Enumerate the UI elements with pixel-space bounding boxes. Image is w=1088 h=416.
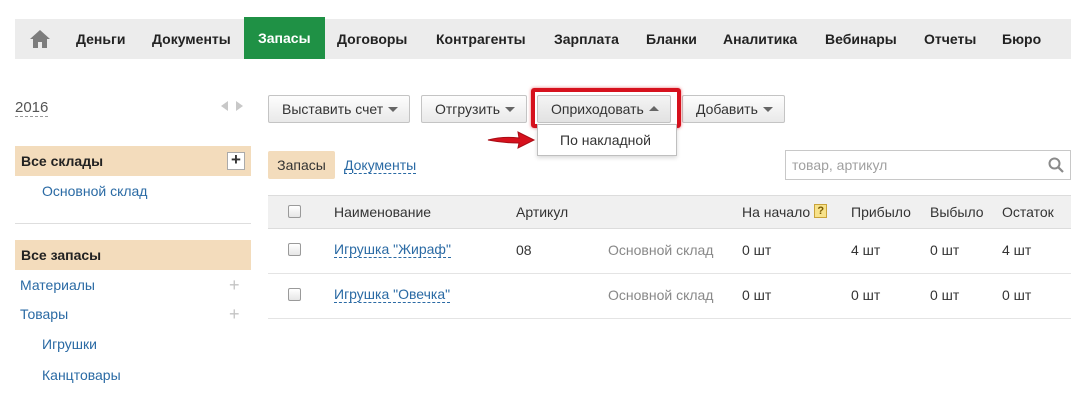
item-name-link[interactable]: Игрушка "Жираф" bbox=[334, 242, 451, 258]
nav-item-money[interactable]: Деньги bbox=[76, 19, 125, 59]
all-warehouses-label: Все склады bbox=[21, 153, 104, 169]
receive-dropdown-menu: По накладной bbox=[537, 124, 677, 156]
nav-item-analytics[interactable]: Аналитика bbox=[723, 19, 797, 59]
tab-stock[interactable]: Запасы bbox=[268, 151, 335, 179]
item-arrived-qty: 0 шт bbox=[851, 287, 881, 303]
chevron-down-icon bbox=[504, 107, 515, 112]
pointer-arrow-icon bbox=[487, 131, 536, 149]
column-arrived-header: Прибыло bbox=[851, 204, 911, 220]
item-left-qty: 0 шт bbox=[930, 287, 960, 303]
nav-item-salary[interactable]: Зарплата bbox=[554, 19, 619, 59]
home-icon[interactable] bbox=[29, 29, 51, 49]
add-materials-icon[interactable]: + bbox=[229, 276, 240, 294]
all-stock-label: Все запасы bbox=[21, 247, 102, 263]
item-warehouse: Основной склад bbox=[608, 287, 714, 303]
nav-item-stock[interactable]: Запасы bbox=[244, 17, 325, 59]
nav-item-bureau[interactable]: Бюро bbox=[1002, 19, 1041, 59]
ship-label: Отгрузить bbox=[435, 101, 500, 117]
chevron-down-icon bbox=[762, 107, 773, 112]
all-warehouses-header[interactable]: Все склады + bbox=[15, 146, 251, 176]
item-left-qty: 0 шт bbox=[930, 242, 960, 258]
item-warehouse: Основной склад bbox=[608, 242, 714, 258]
item-start-qty: 0 шт bbox=[742, 287, 772, 303]
issue-invoice-label: Выставить счет bbox=[282, 101, 384, 117]
next-year-icon[interactable] bbox=[236, 101, 243, 111]
column-start-label: На начало bbox=[742, 204, 811, 220]
add-button[interactable]: Добавить bbox=[682, 95, 785, 123]
row-checkbox[interactable] bbox=[288, 243, 301, 256]
row-checkbox[interactable] bbox=[288, 288, 301, 301]
year-selector[interactable]: 2016 bbox=[15, 99, 49, 117]
column-article-header: Артикул bbox=[516, 204, 569, 220]
nav-item-documents[interactable]: Документы bbox=[152, 19, 231, 59]
search-box bbox=[785, 150, 1071, 180]
add-warehouse-icon[interactable]: + bbox=[227, 151, 245, 170]
menu-item-by-waybill[interactable]: По накладной bbox=[560, 132, 651, 148]
chevron-down-icon bbox=[388, 107, 399, 112]
sidebar-item-main-warehouse[interactable]: Основной склад bbox=[42, 183, 147, 199]
sidebar-item-toys[interactable]: Игрушки bbox=[42, 336, 97, 352]
search-input[interactable] bbox=[786, 151, 1044, 179]
help-icon[interactable]: ? bbox=[814, 204, 828, 218]
highlight-frame bbox=[531, 88, 681, 128]
ship-button[interactable]: Отгрузить bbox=[421, 95, 527, 123]
item-arrived-qty: 4 шт bbox=[851, 242, 881, 258]
item-name-link[interactable]: Игрушка "Овечка" bbox=[334, 287, 451, 303]
item-start-qty: 0 шт bbox=[742, 242, 772, 258]
item-remaining-qty: 4 шт bbox=[1002, 242, 1032, 258]
search-icon[interactable] bbox=[1048, 157, 1064, 173]
issue-invoice-button[interactable]: Выставить счет bbox=[268, 95, 411, 123]
nav-item-reports[interactable]: Отчеты bbox=[924, 19, 976, 59]
column-start-header: На начало? bbox=[742, 204, 828, 220]
add-label: Добавить bbox=[696, 101, 758, 117]
select-all-checkbox[interactable] bbox=[288, 205, 301, 218]
column-left-header: Выбыло bbox=[930, 204, 984, 220]
item-article: 08 bbox=[516, 242, 532, 258]
previous-year-icon[interactable] bbox=[221, 101, 228, 111]
table-row[interactable]: Игрушка "Жираф" 08 Основной склад 0 шт 4… bbox=[268, 229, 1071, 274]
item-remaining-qty: 0 шт bbox=[1002, 287, 1032, 303]
nav-item-counterparties[interactable]: Контрагенты bbox=[436, 19, 526, 59]
nav-item-contracts[interactable]: Договоры bbox=[337, 19, 407, 59]
column-remaining-header: Остаток bbox=[1002, 204, 1054, 220]
main-navigation: Деньги Документы Запасы Договоры Контраг… bbox=[15, 17, 1071, 59]
column-name-header: Наименование bbox=[334, 204, 432, 220]
sidebar-item-goods[interactable]: Товары bbox=[20, 306, 68, 322]
table-row[interactable]: Игрушка "Овечка" Основной склад 0 шт 0 ш… bbox=[268, 274, 1071, 319]
tab-documents[interactable]: Документы bbox=[344, 157, 417, 174]
sidebar-divider bbox=[15, 223, 251, 224]
nav-item-webinars[interactable]: Вебинары bbox=[825, 19, 897, 59]
add-goods-icon[interactable]: + bbox=[229, 305, 240, 323]
table-header: Наименование Артикул На начало? Прибыло … bbox=[268, 195, 1071, 229]
sidebar-item-materials[interactable]: Материалы bbox=[20, 277, 95, 293]
sidebar-item-stationery[interactable]: Канцтовары bbox=[42, 367, 121, 383]
all-stock-header[interactable]: Все запасы bbox=[15, 240, 251, 270]
nav-item-forms[interactable]: Бланки bbox=[646, 19, 697, 59]
